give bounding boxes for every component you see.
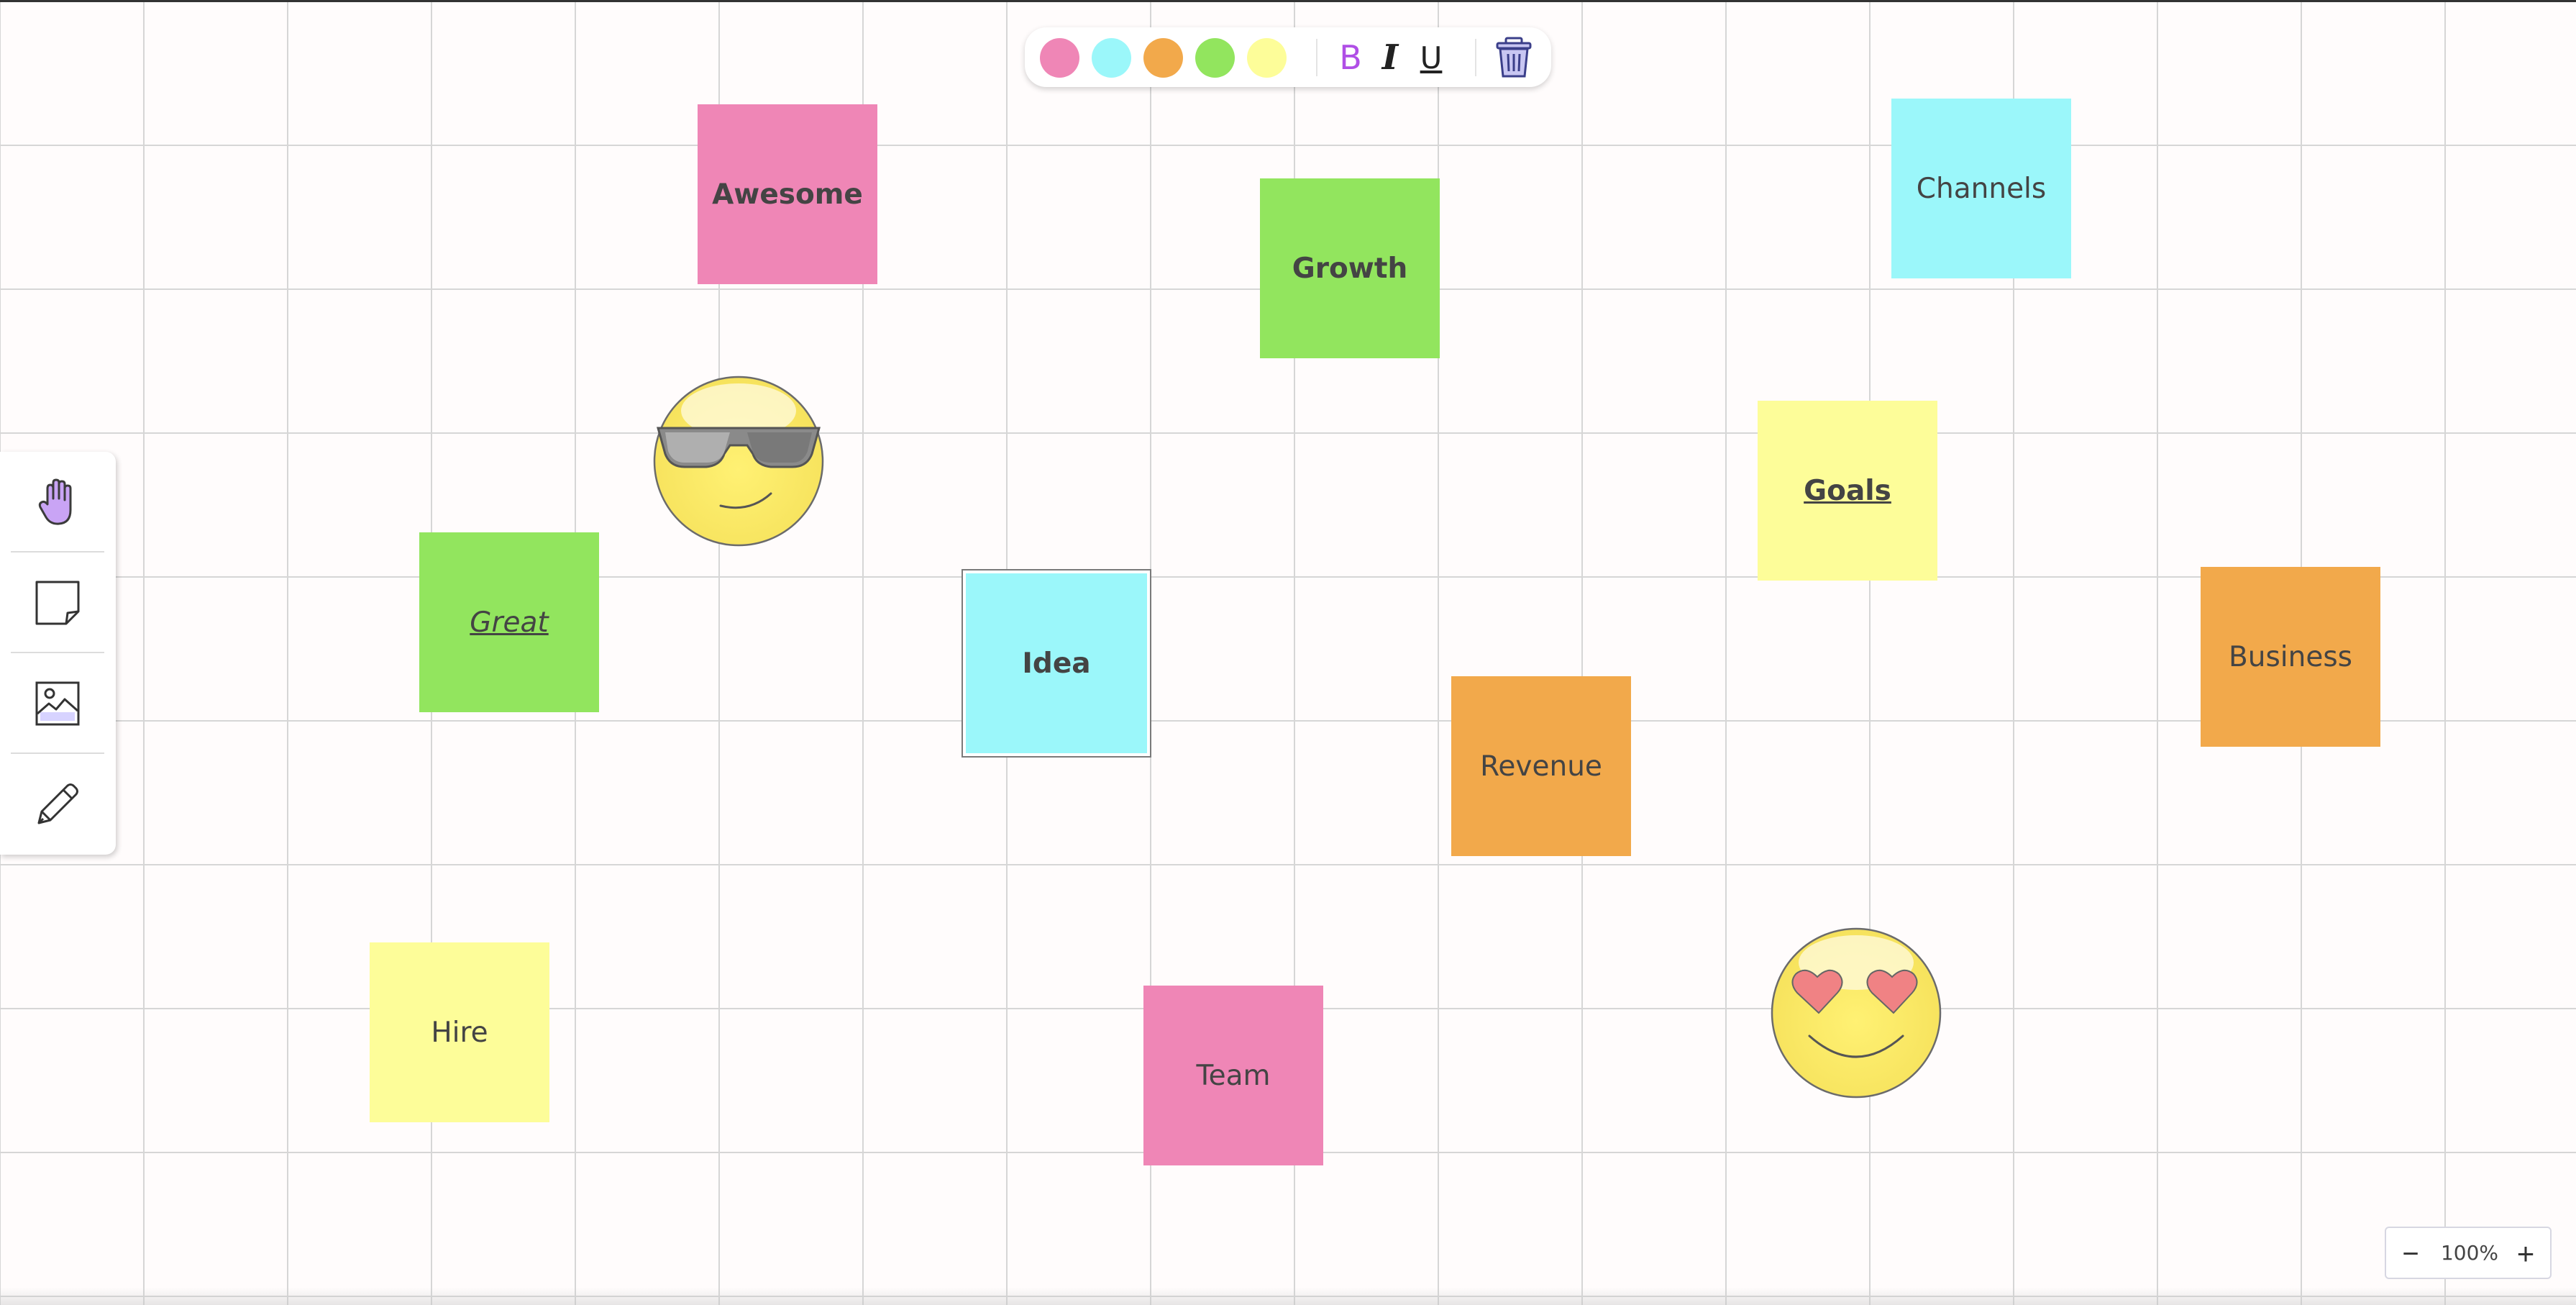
sticky-note-tool-button[interactable] <box>14 560 101 646</box>
heart-eyes-emoji[interactable] <box>1770 927 1942 1099</box>
sticky-note-revenue[interactable]: Revenue <box>1451 676 1631 856</box>
sticky-note-icon <box>35 581 80 625</box>
sticky-note-hire[interactable]: Hire <box>370 942 549 1122</box>
hand-icon <box>38 478 72 525</box>
plus-icon: + <box>2516 1237 2535 1270</box>
sunglasses-emoji[interactable] <box>652 375 825 547</box>
note-text: Business <box>2229 640 2352 673</box>
trash-icon <box>1496 37 1532 78</box>
image-tool-button[interactable] <box>14 660 101 747</box>
color-swatch-green[interactable] <box>1195 38 1235 78</box>
bold-button[interactable]: B <box>1333 36 1369 79</box>
color-swatch-cyan[interactable] <box>1092 38 1131 78</box>
sticky-note-goals[interactable]: Goals <box>1758 401 1937 581</box>
sticky-note-channels[interactable]: Channels <box>1891 99 2071 278</box>
image-icon <box>35 681 80 726</box>
underline-label: U <box>1420 40 1443 76</box>
minus-icon: − <box>2402 1238 2419 1270</box>
sticky-note-team[interactable]: Team <box>1143 986 1323 1165</box>
toolbar-divider <box>1475 39 1476 76</box>
zoom-level: 100% <box>2440 1241 2499 1265</box>
zoom-out-button[interactable]: − <box>2390 1234 2431 1274</box>
left-toolbar <box>0 452 116 855</box>
color-swatch-orange[interactable] <box>1143 38 1183 78</box>
note-text: Revenue <box>1480 750 1602 783</box>
tool-divider <box>11 551 104 553</box>
note-text: Team <box>1196 1059 1271 1092</box>
bold-label: B <box>1339 38 1362 77</box>
sticky-note-awesome[interactable]: Awesome <box>698 104 877 284</box>
format-toolbar: B I U <box>1025 27 1551 87</box>
italic-button[interactable]: I <box>1372 36 1408 79</box>
draw-tool-button[interactable] <box>14 761 101 847</box>
color-swatch-yellow[interactable] <box>1247 38 1287 78</box>
tool-divider <box>11 652 104 653</box>
top-border <box>0 0 2576 2</box>
sticky-note-idea[interactable]: Idea <box>962 569 1151 758</box>
bottom-shade <box>0 1288 2576 1305</box>
note-text: Growth <box>1292 252 1408 285</box>
note-text: Goals <box>1804 474 1891 507</box>
note-text: Great <box>470 606 549 639</box>
note-text: Idea <box>1022 647 1091 680</box>
zoom-control: − 100% + <box>2385 1227 2552 1279</box>
note-text: Hire <box>431 1016 488 1049</box>
zoom-in-button[interactable]: + <box>2506 1234 2546 1274</box>
hand-tool-button[interactable] <box>14 459 101 545</box>
italic-label: I <box>1381 37 1399 78</box>
tool-divider <box>11 752 104 754</box>
pencil-icon <box>37 783 78 824</box>
delete-button[interactable] <box>1492 36 1535 79</box>
color-swatch-pink[interactable] <box>1040 38 1079 78</box>
sticky-note-great[interactable]: Great <box>419 532 599 712</box>
sticky-note-growth[interactable]: Growth <box>1260 178 1440 358</box>
sticky-note-business[interactable]: Business <box>2201 567 2380 747</box>
underline-button[interactable]: U <box>1413 36 1449 79</box>
note-text: Channels <box>1916 172 2047 205</box>
note-text: Awesome <box>712 178 863 211</box>
toolbar-divider <box>1316 39 1317 76</box>
